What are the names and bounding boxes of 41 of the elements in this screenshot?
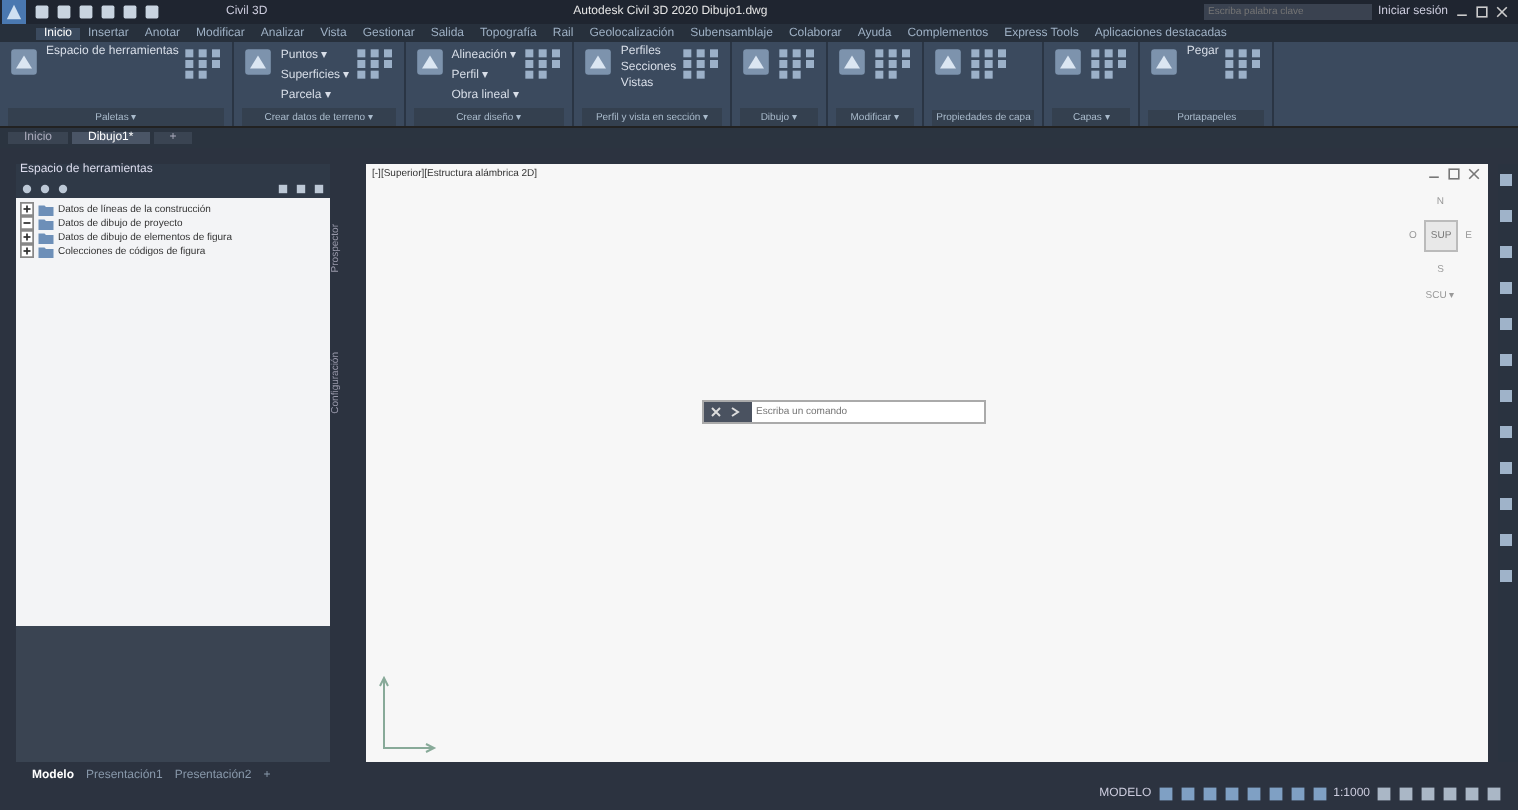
tool-icons-drawing [778, 46, 819, 82]
toolbar-icon[interactable] [1498, 568, 1514, 584]
close-icon[interactable] [704, 402, 752, 422]
tool-icon[interactable] [932, 46, 965, 78]
expander-icon[interactable] [20, 216, 34, 230]
tool-icon[interactable] [1052, 46, 1085, 78]
tool-icon[interactable] [242, 46, 275, 78]
expander-icon[interactable] [20, 202, 34, 216]
tool-icons-drawing [874, 46, 915, 82]
toolbar-icon[interactable] [1498, 388, 1514, 404]
tool-icon[interactable] [8, 46, 40, 78]
app-logo-icon[interactable] [0, 0, 28, 24]
tool-icons-drawing [1090, 46, 1131, 82]
tool-icons-drawing [524, 46, 565, 82]
expander-icon[interactable] [20, 244, 34, 258]
maximize-icon[interactable] [1474, 4, 1490, 20]
toolbar-icon[interactable] [1498, 316, 1514, 332]
toolbar-icon[interactable] [1498, 532, 1514, 548]
toolbar-icon[interactable] [1498, 352, 1514, 368]
toolbar-icon[interactable] [1498, 208, 1514, 224]
tool-icons-drawing [970, 46, 1011, 82]
tool-icon[interactable] [1148, 46, 1181, 78]
close-icon[interactable] [1466, 166, 1482, 182]
tool-icon[interactable] [836, 46, 869, 78]
tool-icon[interactable] [413, 46, 446, 78]
close-icon[interactable] [1494, 4, 1510, 20]
tool-icons-drawing [682, 46, 723, 82]
tool-icon[interactable] [740, 46, 773, 78]
tool-icons-drawing [355, 46, 396, 82]
expander-icon[interactable] [20, 230, 34, 244]
toolbar-icon[interactable] [1498, 424, 1514, 440]
maximize-icon[interactable] [1446, 166, 1462, 182]
toolbar-icon[interactable] [1498, 460, 1514, 476]
ucs-icon [378, 674, 438, 754]
toolbar-icon[interactable] [1498, 496, 1514, 512]
tool-icons-drawing [1224, 46, 1265, 82]
tool-icons-drawing [184, 46, 225, 82]
toolbar-icon[interactable] [1498, 244, 1514, 260]
toolbar-icon[interactable] [1498, 172, 1514, 188]
toolbar-icon[interactable] [1498, 280, 1514, 296]
tool-icon[interactable] [582, 46, 615, 78]
